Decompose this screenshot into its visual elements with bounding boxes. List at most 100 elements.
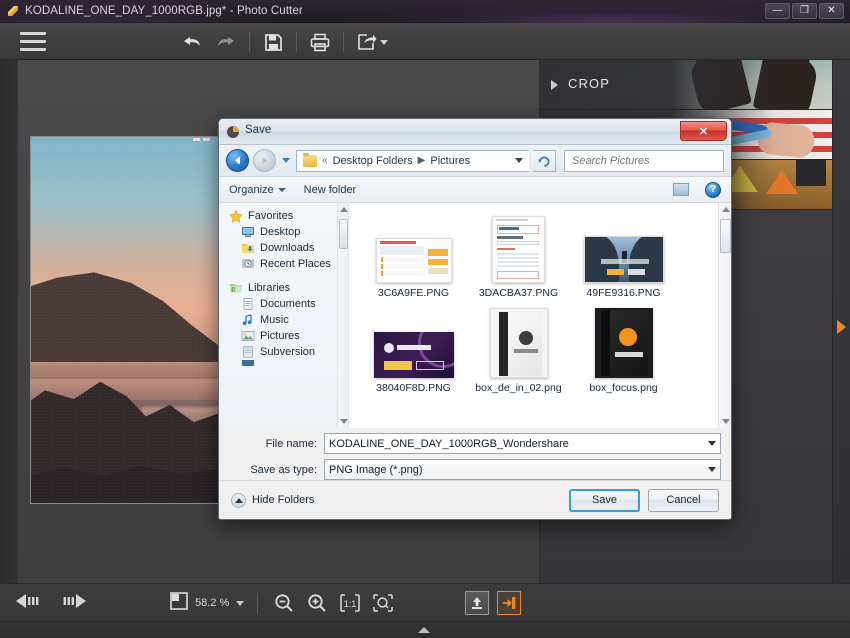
nav-scroll-up-arrow-icon[interactable]: [340, 207, 348, 212]
change-view-icon[interactable]: [673, 183, 689, 196]
search-input[interactable]: [570, 153, 717, 168]
file-item[interactable]: 3C6A9FE.PNG: [361, 213, 466, 308]
recent-locations-caret-icon[interactable]: [282, 158, 290, 163]
list-scroll-down-arrow-icon[interactable]: [722, 419, 730, 424]
undo-icon[interactable]: [175, 29, 209, 55]
places-group-libraries[interactable]: Libraries: [219, 280, 348, 296]
close-button[interactable]: ✕: [819, 3, 844, 19]
feature-crop-label: CROP: [568, 76, 610, 91]
dialog-close-button[interactable]: ✕: [680, 121, 727, 141]
refresh-icon[interactable]: [533, 149, 556, 172]
file-name-dropdown-caret-icon[interactable]: [708, 441, 716, 446]
hamburger-menu-icon[interactable]: [20, 32, 46, 51]
maximize-button[interactable]: ❐: [792, 3, 817, 19]
new-folder-button[interactable]: New folder: [304, 184, 357, 196]
photo-grain-overlay: [31, 137, 236, 503]
export-icon[interactable]: [497, 591, 521, 615]
crop-expand-arrow-icon[interactable]: [551, 80, 558, 90]
file-list[interactable]: 3C6A9FE.PNG 3DACBA37.PNG 49FE9316.PNG 38…: [349, 203, 731, 428]
file-item[interactable]: 3DACBA37.PNG: [466, 213, 571, 308]
file-item[interactable]: 49FE9316.PNG: [571, 213, 676, 308]
places-group-libraries-label: Libraries: [248, 282, 291, 294]
zoom-dropdown-caret-icon[interactable]: [236, 600, 245, 606]
panel-expand-arrow-icon[interactable]: [837, 320, 846, 334]
organize-caret-icon: [277, 187, 286, 192]
software-box-black-thumbnail: [594, 308, 653, 378]
search-box[interactable]: [564, 149, 724, 172]
dialog-body: Favorites Desktop Downloads Recent Place…: [219, 203, 731, 428]
file-item[interactable]: box_focus.png: [571, 308, 676, 403]
next-image-icon[interactable]: [56, 593, 86, 614]
place-downloads-label: Downloads: [260, 242, 315, 254]
feature-crop[interactable]: CROP: [540, 60, 832, 110]
save-as-type-label-text: Save as type:: [250, 463, 317, 476]
forward-arrow-icon[interactable]: [253, 149, 276, 172]
hide-folders-button[interactable]: Hide Folders: [231, 492, 315, 508]
place-documents[interactable]: Documents: [219, 296, 348, 312]
back-arrow-icon[interactable]: [226, 149, 249, 172]
breadcrumb-item-1[interactable]: Pictures: [430, 155, 470, 167]
place-pictures[interactable]: Pictures: [219, 328, 348, 344]
share-dropdown-caret-icon[interactable]: [380, 39, 388, 45]
share-export-icon[interactable]: [350, 29, 384, 55]
hide-folders-label: Hide Folders: [252, 494, 315, 506]
organize-button[interactable]: Organize: [229, 184, 286, 196]
save-as-type-row: Save as type: PNG Image (*.png): [219, 459, 721, 480]
place-music-label: Music: [260, 314, 289, 326]
purple-banner-fotophire-thumbnail: [373, 332, 454, 378]
place-subversion[interactable]: Subversion: [219, 344, 348, 360]
actual-size-1-1-icon[interactable]: 1:1: [337, 590, 363, 616]
list-scroll-thumb[interactable]: [720, 219, 731, 253]
place-recent-places[interactable]: Recent Places: [219, 256, 348, 272]
minimize-button[interactable]: —: [765, 3, 790, 19]
save-dialog[interactable]: Save ✕ « Desktop Folders ▶ Pictures Sear…: [218, 118, 732, 520]
place-desktop[interactable]: Desktop: [219, 224, 348, 240]
zoom-out-icon[interactable]: [271, 590, 297, 616]
save-as-type-select[interactable]: PNG Image (*.png): [324, 459, 721, 480]
file-item[interactable]: box_de_in_02.png: [466, 308, 571, 403]
toolbar-separator-1: [249, 32, 250, 52]
dialog-app-icon: [226, 125, 240, 139]
breadcrumb-item-0[interactable]: Desktop Folders: [333, 155, 413, 167]
list-scroll-up-arrow-icon[interactable]: [722, 207, 730, 212]
nav-scroll-thumb[interactable]: [339, 219, 348, 249]
breadcrumb-dropdown-caret-icon[interactable]: [515, 158, 523, 163]
place-partial-next[interactable]: [219, 360, 348, 367]
help-icon[interactable]: ?: [705, 181, 721, 198]
place-downloads[interactable]: Downloads: [219, 240, 348, 256]
app-logo-icon: [7, 5, 20, 18]
thumbnail-wrapper: [492, 213, 545, 283]
cancel-button[interactable]: Cancel: [648, 488, 719, 512]
file-list-scrollbar[interactable]: [718, 203, 731, 428]
navigation-pane-scrollbar[interactable]: [337, 203, 348, 428]
svg-text:1:1: 1:1: [344, 599, 357, 609]
zoom-in-icon[interactable]: [304, 590, 330, 616]
place-pictures-label: Pictures: [260, 330, 300, 342]
image-navigation: [16, 593, 86, 614]
file-name-input[interactable]: KODALINE_ONE_DAY_1000RGB_Wondershare: [324, 433, 721, 454]
upload-icon[interactable]: [465, 591, 489, 615]
fit-page-icon[interactable]: [170, 591, 188, 615]
place-music[interactable]: Music: [219, 312, 348, 328]
breadcrumb[interactable]: « Desktop Folders ▶ Pictures: [296, 149, 529, 172]
file-item[interactable]: 38040F8D.PNG: [361, 308, 466, 403]
places-group-favorites[interactable]: Favorites: [219, 208, 348, 224]
fit-to-screen-icon[interactable]: [370, 590, 396, 616]
previous-image-icon[interactable]: [16, 593, 46, 614]
photo-banner-cave-thumbnail: [583, 236, 664, 283]
window-controls: — ❐ ✕: [765, 3, 844, 19]
save-as-type-dropdown-caret-icon[interactable]: [708, 467, 716, 472]
navigation-pane[interactable]: Favorites Desktop Downloads Recent Place…: [219, 203, 349, 428]
view-controls: ?: [673, 181, 721, 198]
redo-icon[interactable]: [209, 29, 243, 55]
software-box-white-thumbnail: [489, 308, 548, 378]
edited-photo[interactable]: [30, 136, 237, 504]
dialog-navigation-bar: « Desktop Folders ▶ Pictures: [219, 145, 731, 177]
save-floppy-icon[interactable]: [256, 29, 290, 55]
save-button[interactable]: Save: [569, 488, 640, 512]
search-icon: [717, 160, 718, 161]
downloads-icon: [241, 242, 255, 255]
print-icon[interactable]: [303, 29, 337, 55]
nav-scroll-down-arrow-icon[interactable]: [340, 419, 348, 424]
collapse-panel-caret-icon[interactable]: [418, 627, 430, 633]
